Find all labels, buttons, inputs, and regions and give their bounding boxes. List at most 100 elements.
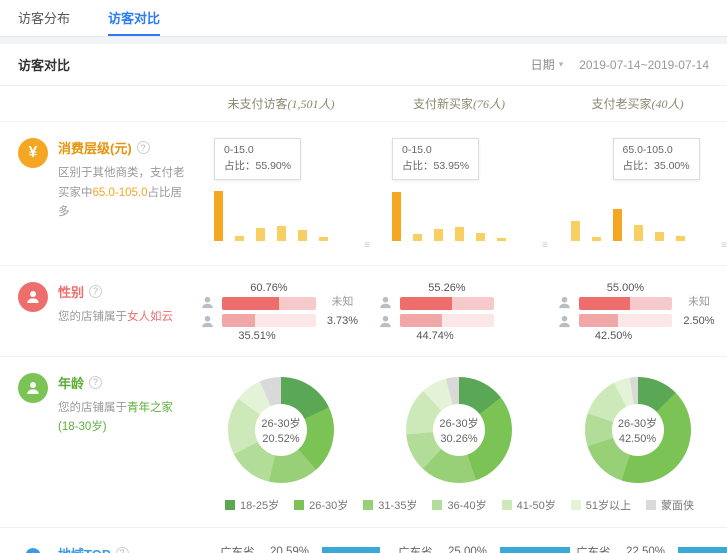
legend-swatch	[294, 500, 304, 510]
help-icon[interactable]: ?	[116, 547, 129, 553]
bar	[277, 226, 286, 241]
help-icon[interactable]: ?	[89, 285, 102, 298]
region-bar	[678, 547, 727, 553]
date-range[interactable]: 2019-07-14~2019-07-14	[579, 58, 709, 72]
donut-chart[interactable]: 26-30岁 20.52%	[228, 377, 334, 483]
column-header-old-buyers: 支付老买家(40人)	[548, 95, 727, 112]
legend-item: 26-30岁	[294, 497, 348, 513]
legend-swatch	[502, 500, 512, 510]
donut-center-value: 30.26%	[440, 433, 477, 445]
age-section: 年龄 ? 您的店铺属于青年之家(18-30岁) 26-30岁 20.52% 26…	[0, 357, 727, 528]
person-icon	[18, 282, 48, 312]
male-bar	[400, 314, 442, 327]
help-icon[interactable]: ?	[137, 141, 150, 154]
column-header-unpaid: 未支付访客(1,501人)	[192, 95, 370, 112]
donut-center-value: 42.50%	[619, 433, 656, 445]
chart-detail-icon[interactable]: ≡	[721, 241, 727, 251]
chart-tooltip: 0-15.0 占比：53.95%	[392, 138, 479, 180]
bar-chart[interactable]	[571, 188, 705, 241]
donut-center-value: 20.52%	[262, 433, 299, 445]
column-headers: 未支付访客(1,501人) 支付新买家(76人) 支付老买家(40人)	[0, 86, 727, 122]
page-title: 访客对比	[18, 55, 70, 74]
gender-chart-unpaid[interactable]: 60.76% 未知 35.51% 3.73%	[192, 282, 370, 342]
female-icon	[378, 295, 393, 310]
female-percent: 60.76%	[222, 282, 316, 294]
donut-chart[interactable]: 26-30岁 30.26%	[406, 377, 512, 483]
legend-swatch	[646, 500, 656, 510]
location-pin-icon	[18, 544, 48, 553]
region-chart-unpaid[interactable]: 广东省 20.59% 浙江省 11.06%	[192, 544, 370, 553]
legend-item: 蒙面侠	[646, 497, 694, 513]
age-donut-new[interactable]: 26-30岁 30.26%	[370, 373, 548, 483]
consumption-chart-old[interactable]: 65.0-105.0 占比：35.00% ≡	[548, 138, 727, 251]
consumption-title: 消费层级(元) ?	[58, 138, 192, 157]
consumption-chart-unpaid[interactable]: 0-15.0 占比：55.90% ≡	[192, 138, 370, 251]
male-icon	[378, 314, 393, 329]
male-percent: 42.50%	[579, 330, 649, 342]
bar	[655, 232, 664, 241]
female-percent: 55.00%	[579, 282, 673, 294]
date-filter-dropdown[interactable]: 日期 ▾	[531, 56, 564, 73]
tab-visitor-distribution[interactable]: 访客分布	[18, 0, 70, 36]
female-bar	[400, 297, 452, 310]
bar	[298, 230, 307, 241]
gender-title: 性别 ?	[58, 282, 173, 301]
chevron-down-icon: ▾	[559, 59, 564, 70]
male-percent: 35.51%	[222, 330, 292, 342]
donut-center-label: 26-30岁	[618, 415, 657, 431]
bar	[214, 191, 223, 241]
tab-visitor-compare[interactable]: 访客对比	[108, 0, 160, 36]
bar	[571, 221, 580, 241]
consumption-chart-new[interactable]: 0-15.0 占比：53.95% ≡	[370, 138, 548, 251]
age-donut-old[interactable]: 26-30岁 42.50%	[548, 373, 727, 483]
bar-chart[interactable]	[214, 188, 348, 241]
region-row: 广东省 22.50%	[576, 544, 727, 553]
donut-chart[interactable]: 26-30岁 42.50%	[585, 377, 691, 483]
person-icon	[18, 373, 48, 403]
age-donut-unpaid[interactable]: 26-30岁 20.52%	[192, 373, 370, 483]
legend-item: 18-25岁	[225, 497, 279, 513]
legend-label: 18-25岁	[240, 497, 279, 513]
region-chart-old[interactable]: 广东省 22.50% 福建省 10.00%	[548, 544, 727, 553]
female-percent: 55.26%	[400, 282, 494, 294]
legend-swatch	[432, 500, 442, 510]
unknown-percent: 3.73%	[323, 315, 362, 327]
bar	[392, 192, 401, 241]
legend-label: 41-50岁	[517, 497, 556, 513]
male-icon	[200, 314, 215, 329]
gender-section: 性别 ? 您的店铺属于女人如云 60.76% 未知	[0, 266, 727, 357]
legend-label: 36-40岁	[447, 497, 486, 513]
date-filter-label: 日期	[531, 56, 555, 73]
chart-tooltip: 65.0-105.0 占比：35.00%	[613, 138, 700, 180]
unknown-percent: 2.50%	[679, 315, 718, 327]
legend-label: 51岁以上	[586, 497, 631, 513]
legend-item: 36-40岁	[432, 497, 486, 513]
region-row: 广东省 20.59%	[220, 544, 380, 553]
donut-center-label: 26-30岁	[439, 415, 478, 431]
region-row: 广东省 25.00%	[398, 544, 570, 553]
male-percent: 44.74%	[400, 330, 470, 342]
column-header-new-buyers: 支付新买家(76人)	[370, 95, 548, 112]
consumption-description: 区别于其他商类，支付老买家中65.0-105.0占比居多	[58, 164, 192, 223]
bar	[434, 229, 443, 241]
legend-label: 31-35岁	[378, 497, 417, 513]
gender-chart-new[interactable]: 55.26% 44.74%	[370, 282, 548, 342]
female-icon	[557, 295, 572, 310]
legend-swatch	[225, 500, 235, 510]
female-bar	[579, 297, 631, 310]
age-description: 您的店铺属于青年之家(18-30岁)	[58, 399, 192, 438]
bar	[455, 227, 464, 241]
bar	[235, 236, 244, 241]
region-section: 地域TOP ? 您的访客聚集在广东省 广东省 20.59% 浙江省 11.06%	[0, 528, 727, 553]
page-header: 访客对比 日期 ▾ 2019-07-14~2019-07-14	[0, 44, 727, 86]
female-bar	[222, 297, 279, 310]
male-icon	[557, 314, 572, 329]
help-icon[interactable]: ?	[89, 376, 102, 389]
gender-chart-old[interactable]: 55.00% 未知 42.50% 2.50%	[548, 282, 727, 342]
top-tabbar: 访客分布 访客对比	[0, 0, 727, 37]
region-chart-new[interactable]: 广东省 25.00% 浙江省 11.84%	[370, 544, 548, 553]
bar-chart[interactable]	[392, 188, 526, 241]
female-icon	[200, 295, 215, 310]
male-bar	[222, 314, 255, 327]
legend-item: 51岁以上	[571, 497, 631, 513]
